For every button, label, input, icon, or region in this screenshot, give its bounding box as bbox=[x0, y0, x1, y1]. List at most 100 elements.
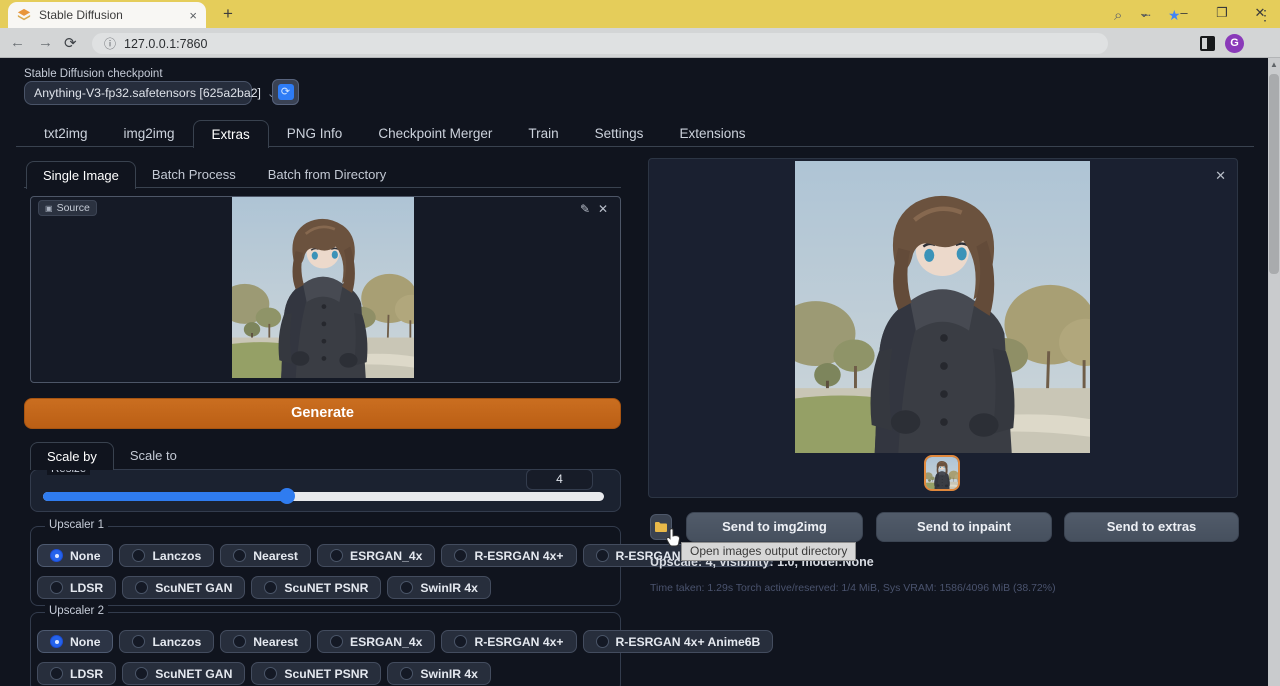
subtab-single-image[interactable]: Single Image bbox=[26, 161, 136, 189]
browser-tabstrip: Stable Diffusion × + ⌄ – ❐ ✕ bbox=[0, 0, 1280, 28]
source-image-panel[interactable]: ▣ Source ✎ ✕ bbox=[30, 196, 621, 383]
tab-extras[interactable]: Extras bbox=[193, 120, 269, 148]
result-image[interactable] bbox=[795, 161, 1090, 453]
upscaler-2-label: Upscaler 2 bbox=[45, 605, 108, 617]
gallery-close-icon[interactable]: ✕ bbox=[1215, 168, 1226, 184]
upscaler-option[interactable]: ScuNET PSNR bbox=[251, 662, 381, 685]
checkpoint-dropdown[interactable]: Anything-V3-fp32.safetensors [625a2ba2] … bbox=[24, 81, 252, 105]
reload-icon[interactable]: ⟳ bbox=[64, 34, 77, 52]
upscaler-option[interactable]: None bbox=[37, 544, 113, 567]
upscaler-option[interactable]: R-ESRGAN 4x+ Anime6B bbox=[583, 630, 774, 653]
main-tab-bar: txt2imgimg2imgExtrasPNG InfoCheckpoint M… bbox=[16, 120, 1254, 147]
upscaler-1-block: Upscaler 1 NoneLanczosNearestESRGAN_4xR-… bbox=[30, 526, 621, 606]
share-icon[interactable]: ⭪ bbox=[1141, 7, 1151, 29]
radio-icon bbox=[330, 549, 343, 562]
scrollbar-thumb[interactable] bbox=[1269, 74, 1279, 274]
slider-handle[interactable] bbox=[279, 488, 295, 504]
send-to-img2img-button[interactable]: Send to img2img bbox=[686, 512, 863, 542]
resize-value-input[interactable]: 4 bbox=[526, 469, 593, 490]
tab-extensions[interactable]: Extensions bbox=[661, 120, 763, 148]
source-badge: ▣ Source bbox=[38, 200, 97, 216]
radio-icon bbox=[454, 549, 467, 562]
new-tab-button[interactable]: + bbox=[218, 4, 238, 24]
send-to-inpaint-button[interactable]: Send to inpaint bbox=[876, 512, 1052, 542]
page-scrollbar[interactable]: ▲ bbox=[1268, 58, 1280, 686]
upscaler-1-row-2: LDSR ScuNET GAN ScuNET PSNR SwinIR 4x bbox=[37, 576, 491, 599]
subtab-batch-process[interactable]: Batch Process bbox=[136, 161, 252, 189]
folder-tooltip: Open images output directory bbox=[681, 542, 856, 561]
bookmark-star-icon[interactable]: ★ bbox=[1168, 7, 1181, 24]
upscaler-option[interactable]: Lanczos bbox=[119, 544, 214, 567]
clear-image-icon[interactable]: ✕ bbox=[598, 202, 608, 216]
slider-fill bbox=[43, 492, 287, 501]
url-bar[interactable]: ⓘ 127.0.0.1:7860 bbox=[92, 33, 1108, 54]
upscaler-option[interactable]: None bbox=[37, 630, 113, 653]
upscaler-option[interactable]: SwinIR 4x bbox=[387, 576, 491, 599]
radio-icon bbox=[400, 667, 413, 680]
scrollbar-up-arrow[interactable]: ▲ bbox=[1268, 58, 1280, 72]
radio-icon bbox=[233, 549, 246, 562]
upscaler-option[interactable]: ESRGAN_4x bbox=[317, 630, 435, 653]
browser-tab[interactable]: Stable Diffusion × bbox=[8, 2, 206, 28]
tab-checkpoint-merger[interactable]: Checkpoint Merger bbox=[360, 120, 510, 148]
forward-icon[interactable]: → bbox=[38, 34, 53, 51]
tab-settings[interactable]: Settings bbox=[577, 120, 662, 148]
checkpoint-label: Stable Diffusion checkpoint bbox=[24, 68, 163, 80]
thumbnail-image bbox=[926, 457, 958, 489]
image-icon: ▣ bbox=[45, 204, 53, 213]
upscaler-option[interactable]: R-ESRGAN 4x+ bbox=[441, 544, 576, 567]
resize-slider[interactable] bbox=[43, 492, 604, 501]
profile-avatar[interactable]: G bbox=[1225, 34, 1244, 53]
window-restore-button[interactable]: ❐ bbox=[1210, 5, 1234, 21]
subtab-scale-by[interactable]: Scale by bbox=[30, 442, 114, 470]
radio-icon bbox=[233, 635, 246, 648]
upscaler-option[interactable]: SwinIR 4x bbox=[387, 662, 491, 685]
radio-icon bbox=[330, 635, 343, 648]
source-image[interactable] bbox=[232, 197, 414, 378]
tab-img2img[interactable]: img2img bbox=[106, 120, 193, 148]
refresh-checkpoints-button[interactable]: ⟳ bbox=[272, 79, 299, 105]
tab-train[interactable]: Train bbox=[510, 120, 576, 148]
generate-button[interactable]: Generate bbox=[24, 398, 621, 429]
radio-icon bbox=[50, 635, 63, 648]
tab-txt2img[interactable]: txt2img bbox=[26, 120, 106, 148]
resize-block: Resize 4 bbox=[30, 469, 621, 512]
radio-icon bbox=[596, 635, 609, 648]
tab-png-info[interactable]: PNG Info bbox=[269, 120, 361, 148]
scale-tab-bar: Scale byScale to bbox=[24, 442, 621, 469]
send-to-extras-button[interactable]: Send to extras bbox=[1064, 512, 1239, 542]
upscaler-option[interactable]: ScuNET GAN bbox=[122, 576, 245, 599]
gallery-thumbnail[interactable] bbox=[924, 455, 960, 491]
upscaler-option[interactable]: LDSR bbox=[37, 576, 116, 599]
side-panel-icon[interactable] bbox=[1200, 36, 1215, 51]
radio-icon bbox=[135, 581, 148, 594]
radio-icon bbox=[135, 667, 148, 680]
upscaler-option[interactable]: Nearest bbox=[220, 544, 311, 567]
radio-icon bbox=[132, 635, 145, 648]
radio-icon bbox=[596, 549, 609, 562]
subtab-scale-to[interactable]: Scale to bbox=[114, 442, 193, 470]
back-icon[interactable]: ← bbox=[10, 34, 25, 51]
checkpoint-value: Anything-V3-fp32.safetensors [625a2ba2] bbox=[34, 86, 261, 100]
radio-icon bbox=[454, 635, 467, 648]
upscaler-option[interactable]: ScuNET GAN bbox=[122, 662, 245, 685]
upscaler-option[interactable]: ESRGAN_4x bbox=[317, 544, 435, 567]
upscaler-option[interactable]: LDSR bbox=[37, 662, 116, 685]
stable-diffusion-page: Stable Diffusion checkpoint Anything-V3-… bbox=[0, 58, 1268, 686]
tab-close-icon[interactable]: × bbox=[189, 8, 197, 23]
upscaler-option[interactable]: Lanczos bbox=[119, 630, 214, 653]
subtab-batch-from-directory[interactable]: Batch from Directory bbox=[252, 161, 402, 189]
menu-dots-icon[interactable]: ⋮ bbox=[1258, 7, 1272, 24]
upscaler-option[interactable]: R-ESRGAN 4x+ bbox=[441, 630, 576, 653]
tab-title: Stable Diffusion bbox=[39, 8, 181, 22]
site-info-icon[interactable]: ⓘ bbox=[104, 35, 116, 52]
upscaler-2-row-2: LDSR ScuNET GAN ScuNET PSNR SwinIR 4x bbox=[37, 662, 491, 685]
radio-icon bbox=[132, 549, 145, 562]
radio-icon bbox=[264, 667, 277, 680]
upscaler-option[interactable]: ScuNET PSNR bbox=[251, 576, 381, 599]
upscaler-option[interactable]: Nearest bbox=[220, 630, 311, 653]
upscaler-1-label: Upscaler 1 bbox=[45, 519, 108, 531]
extras-left-column: Single ImageBatch ProcessBatch from Dire… bbox=[16, 155, 630, 686]
zoom-icon[interactable]: ⌕ bbox=[1114, 7, 1122, 24]
edit-image-icon[interactable]: ✎ bbox=[580, 202, 590, 216]
